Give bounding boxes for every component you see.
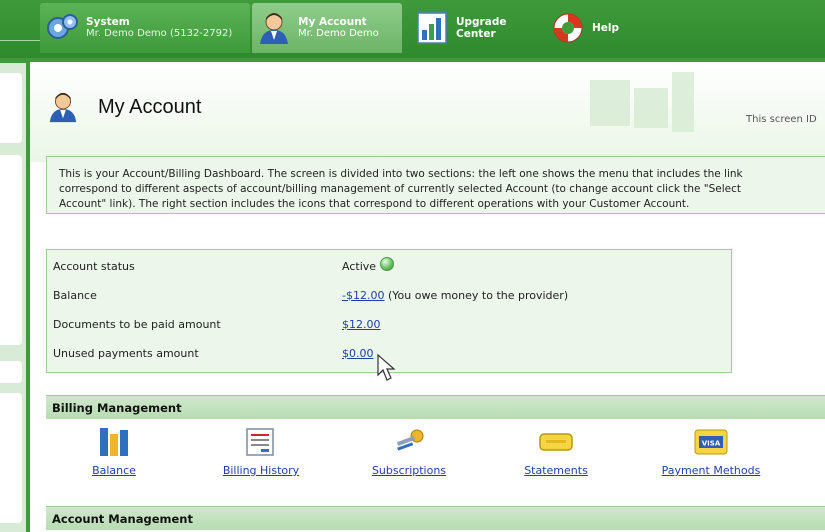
nav-system[interactable]: System Mr. Demo Demo (5132-2792) (40, 3, 250, 53)
keys-icon (396, 429, 424, 451)
billing-management-icons: Balance Billing History Subscriptions St… (46, 423, 825, 491)
left-menu-tab[interactable] (0, 155, 22, 345)
header-decoration (672, 72, 694, 132)
user-icon (49, 92, 77, 123)
balance-chart-icon (100, 428, 128, 456)
balance-label: Balance (53, 289, 97, 302)
billing-history-link[interactable]: Billing History (223, 464, 299, 477)
billing-item-statements[interactable]: Statements (511, 423, 601, 491)
unused-payments-link[interactable]: $0.00 (342, 347, 374, 360)
left-menu-tab[interactable] (0, 361, 22, 383)
main-content: My Account This screen ID This is your A… (30, 62, 825, 532)
left-menu-tab[interactable] (0, 73, 22, 143)
balance-link[interactable]: Balance (92, 464, 136, 477)
nav-upgrade-center[interactable]: Upgrade Center (410, 3, 540, 53)
documents-to-be-paid-label: Documents to be paid amount (53, 318, 221, 331)
statement-icon (539, 433, 573, 451)
left-menu-tab[interactable] (0, 393, 22, 523)
nav-my-account-title: My Account (298, 16, 367, 28)
nav-my-account-user: Mr. Demo Demo (298, 28, 379, 39)
account-management-header: Account Management (46, 506, 825, 530)
subscriptions-link[interactable]: Subscriptions (372, 464, 446, 477)
invoice-icon (246, 428, 274, 456)
mouse-cursor-icon (377, 353, 396, 381)
page-title: My Account (98, 96, 202, 118)
balance-value: -$12.00 (You owe money to the provider) (342, 285, 568, 307)
balance-note: (You owe money to the provider) (387, 289, 569, 302)
screen-id-label: This screen ID (746, 114, 817, 125)
nav-upgrade-center-label: Upgrade Center (456, 16, 507, 40)
header-decoration (590, 80, 630, 126)
svg-text:VISA: VISA (702, 440, 721, 448)
nav-help-label: Help (592, 22, 620, 34)
upgrade-chart-icon (417, 12, 447, 44)
billing-item-balance[interactable]: Balance (84, 423, 144, 491)
documents-to-be-paid-link[interactable]: $12.00 (342, 318, 381, 331)
billing-management-header: Billing Management (46, 395, 825, 419)
divider (0, 40, 40, 41)
description-line: This is your Account/Billing Dashboard. … (59, 168, 743, 180)
billing-item-payment-methods[interactable]: VISA Payment Methods (646, 423, 776, 491)
billing-item-subscriptions[interactable]: Subscriptions (364, 423, 454, 491)
nav-system-user: Mr. Demo Demo (5132-2792) (86, 28, 233, 39)
active-status-dot-icon (380, 257, 395, 271)
lifebuoy-icon (553, 13, 583, 43)
nav-system-title: System (86, 16, 130, 28)
statements-link[interactable]: Statements (524, 464, 588, 477)
description-line: correspond to different aspects of accou… (59, 183, 742, 195)
header-decoration (634, 88, 668, 128)
user-icon (260, 13, 288, 44)
payment-methods-link[interactable]: Payment Methods (662, 464, 761, 477)
unused-payments-value: $0.00 (342, 343, 374, 365)
documents-to-be-paid-value: $12.00 (342, 314, 381, 336)
nav-help[interactable]: Help (546, 3, 646, 53)
balance-amount-link[interactable]: -$12.00 (342, 289, 384, 302)
unused-payments-label: Unused payments amount (53, 347, 199, 360)
gears-icon (47, 14, 78, 39)
billing-item-billing-history[interactable]: Billing History (216, 423, 306, 491)
page-header: My Account This screen ID (30, 62, 825, 162)
account-status-text: Active (342, 260, 377, 273)
account-status-value: Active (342, 256, 395, 278)
dashboard-description: This is your Account/Billing Dashboard. … (46, 156, 825, 214)
left-menu-strip (0, 63, 26, 532)
description-line: Account" link). The right section includ… (59, 198, 690, 210)
account-status-label: Account status (53, 260, 135, 273)
visa-card-icon: VISA (694, 429, 728, 455)
top-navigation-bar: System Mr. Demo Demo (5132-2792) My Acco… (0, 0, 825, 58)
nav-my-account[interactable]: My Account Mr. Demo Demo (252, 3, 402, 53)
